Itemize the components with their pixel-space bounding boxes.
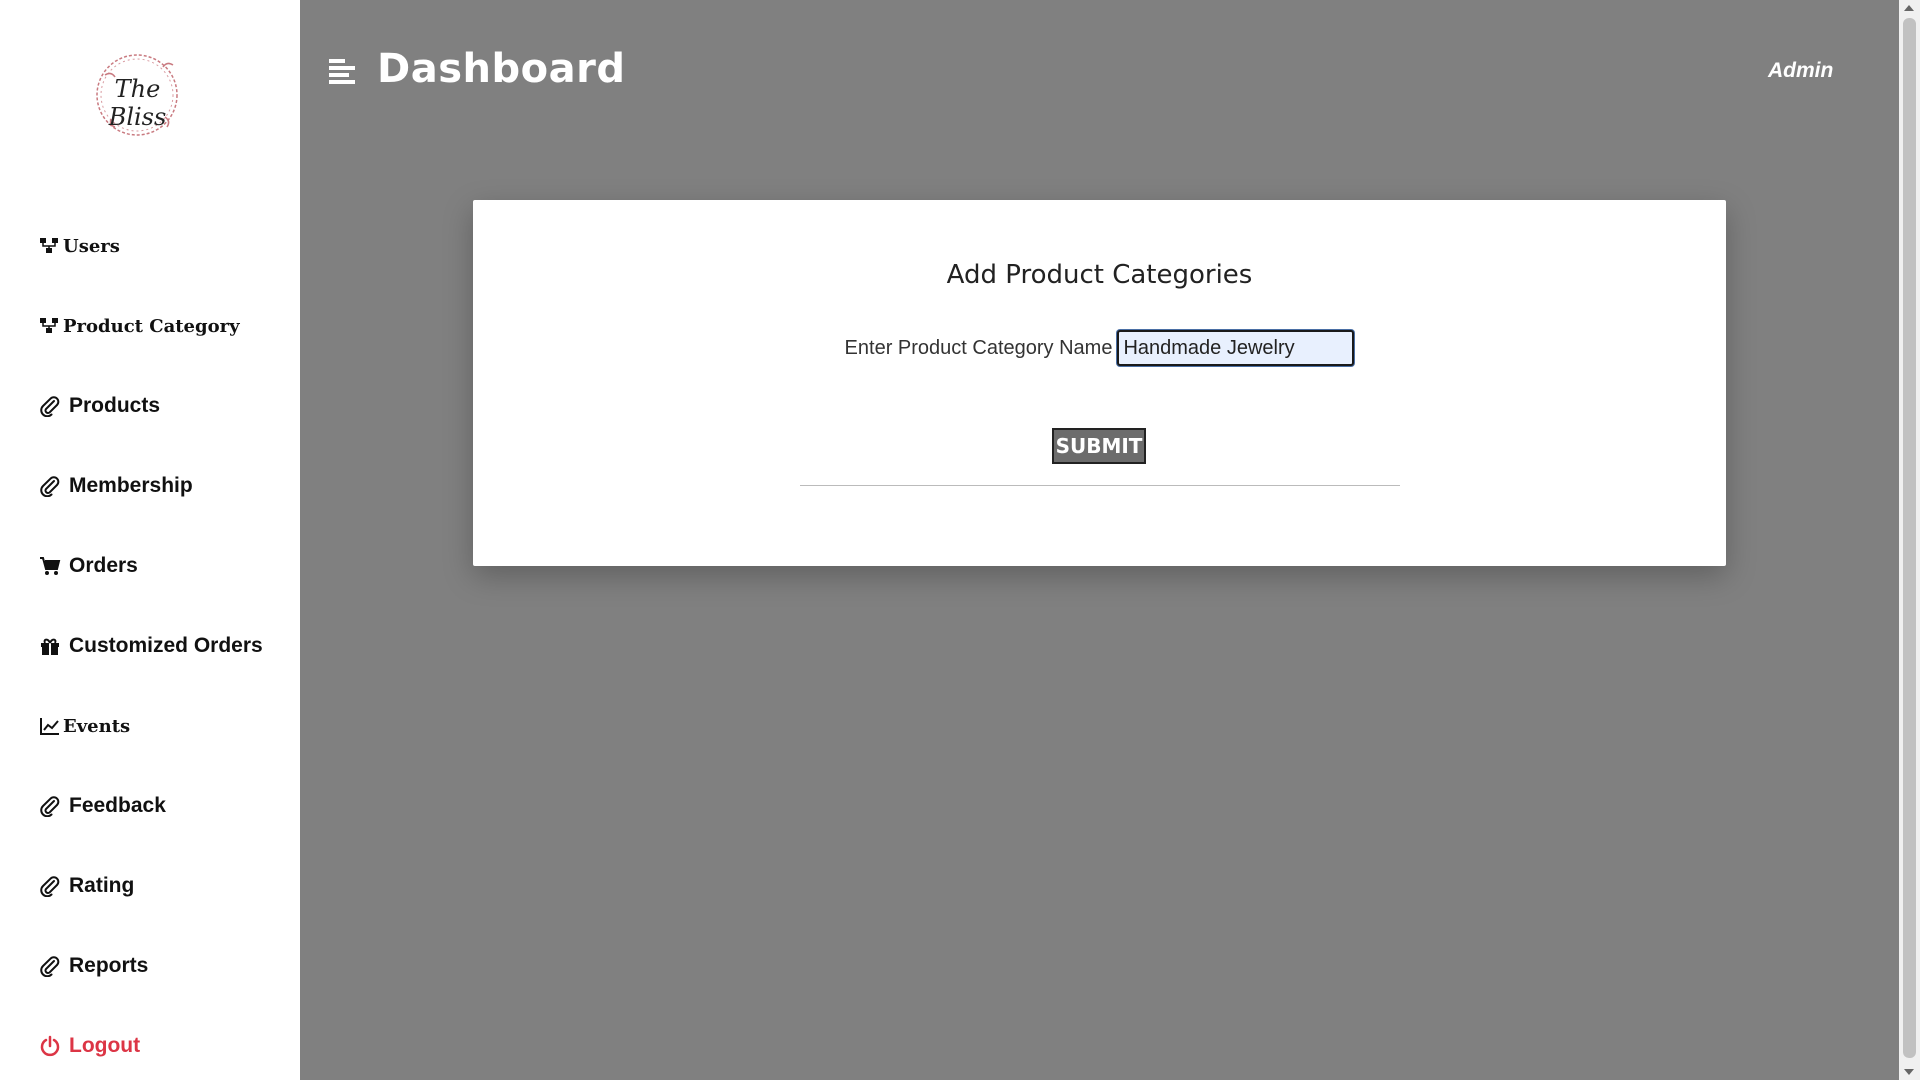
gift-icon	[37, 633, 63, 659]
sidebar-item-customized-orders[interactable]: Customized Orders	[37, 630, 263, 662]
sitemap-icon	[37, 233, 63, 259]
sidebar-item-feedback[interactable]: Feedback	[37, 790, 166, 822]
sitemap-icon	[37, 313, 63, 339]
sidebar-item-label: Events	[63, 715, 131, 737]
scroll-up-icon[interactable]	[1904, 5, 1914, 11]
vertical-scrollbar[interactable]	[1899, 0, 1920, 1080]
sidebar-item-rating[interactable]: Rating	[37, 870, 134, 902]
sidebar-item-users[interactable]: Users	[37, 230, 120, 262]
category-name-input[interactable]	[1117, 330, 1355, 366]
sidebar-item-product-category[interactable]: Product Category	[37, 310, 240, 342]
sidebar-item-label: Membership	[69, 474, 193, 497]
sidebar-item-label: Users	[63, 235, 120, 257]
form-row: Enter Product Category Name	[473, 330, 1726, 366]
paperclip-icon	[37, 473, 63, 499]
brand-logo[interactable]: The Bliss	[85, 45, 190, 145]
sidebar-item-label: Logout	[69, 1034, 141, 1057]
scroll-down-icon[interactable]	[1904, 1069, 1914, 1075]
sidebar-item-label: Customized Orders	[69, 634, 263, 657]
sidebar-item-orders[interactable]: Orders	[37, 550, 138, 582]
divider	[800, 485, 1400, 486]
sidebar: The Bliss Users Product Category Product…	[0, 0, 300, 1080]
sidebar-item-events[interactable]: Events	[37, 710, 130, 742]
user-label[interactable]: Admin	[1768, 59, 1833, 83]
paperclip-icon	[37, 793, 63, 819]
paperclip-icon	[37, 873, 63, 899]
power-icon	[37, 1033, 63, 1059]
sidebar-item-label: Product Category	[63, 315, 240, 337]
paperclip-icon	[37, 393, 63, 419]
cart-icon	[37, 553, 63, 579]
category-name-label: Enter Product Category Name	[844, 336, 1113, 359]
form-title: Add Product Categories	[946, 260, 1253, 290]
add-category-card: Add Product Categories Enter Product Cat…	[473, 200, 1726, 566]
sidebar-item-membership[interactable]: Membership	[37, 470, 193, 502]
chart-line-icon	[37, 713, 63, 739]
sidebar-item-reports[interactable]: Reports	[37, 950, 148, 982]
sidebar-item-label: Orders	[69, 554, 138, 577]
sidebar-item-label: Products	[69, 394, 161, 417]
sidebar-item-label: Rating	[69, 874, 135, 897]
logo-text: The Bliss	[108, 75, 167, 131]
scroll-thumb[interactable]	[1903, 18, 1916, 1058]
paperclip-icon	[37, 953, 63, 979]
sidebar-item-products[interactable]: Products	[37, 390, 160, 422]
page-title: Dashboard	[377, 46, 626, 92]
sidebar-item-label: Reports	[69, 954, 149, 977]
submit-button[interactable]: SUBMIT	[1052, 428, 1146, 464]
sidebar-item-logout[interactable]: Logout	[37, 1030, 140, 1062]
sidebar-item-label: Feedback	[69, 794, 166, 817]
menu-icon[interactable]	[328, 57, 358, 85]
